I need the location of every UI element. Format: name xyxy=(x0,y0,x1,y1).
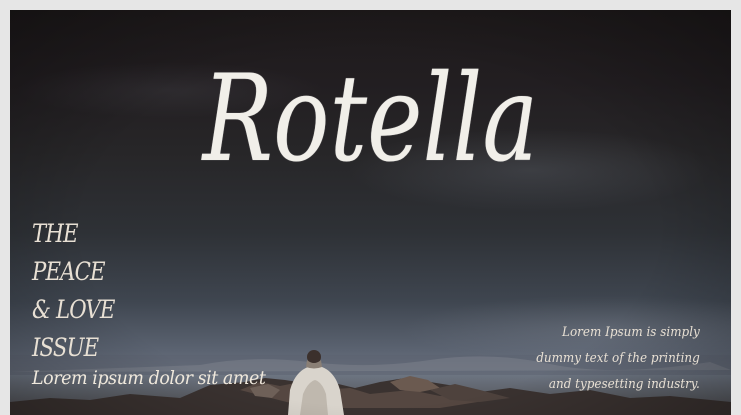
issue-line-3: & LOVE xyxy=(32,295,115,324)
issue-label: THE PEACE & LOVE ISSUE xyxy=(32,215,129,367)
body-line-1: Lorem Ipsum is simply xyxy=(562,325,700,340)
tagline: Lorem ipsum dolor sit amet xyxy=(32,367,266,389)
issue-line-1: THE xyxy=(32,219,79,248)
body-text: Lorem Ipsum is simply dummy text of the … xyxy=(522,320,700,398)
poster-frame: Rotella THE PEACE & LOVE ISSUE Lorem ips… xyxy=(0,0,741,415)
poster-title: Rotella xyxy=(202,50,539,189)
background-photo: Rotella THE PEACE & LOVE ISSUE Lorem ips… xyxy=(10,10,731,415)
issue-line-4: ISSUE xyxy=(32,333,99,362)
body-line-2: dummy text of the printing xyxy=(536,351,700,366)
issue-line-2: PEACE xyxy=(32,257,106,286)
body-line-3: and typesetting industry. xyxy=(549,377,700,392)
